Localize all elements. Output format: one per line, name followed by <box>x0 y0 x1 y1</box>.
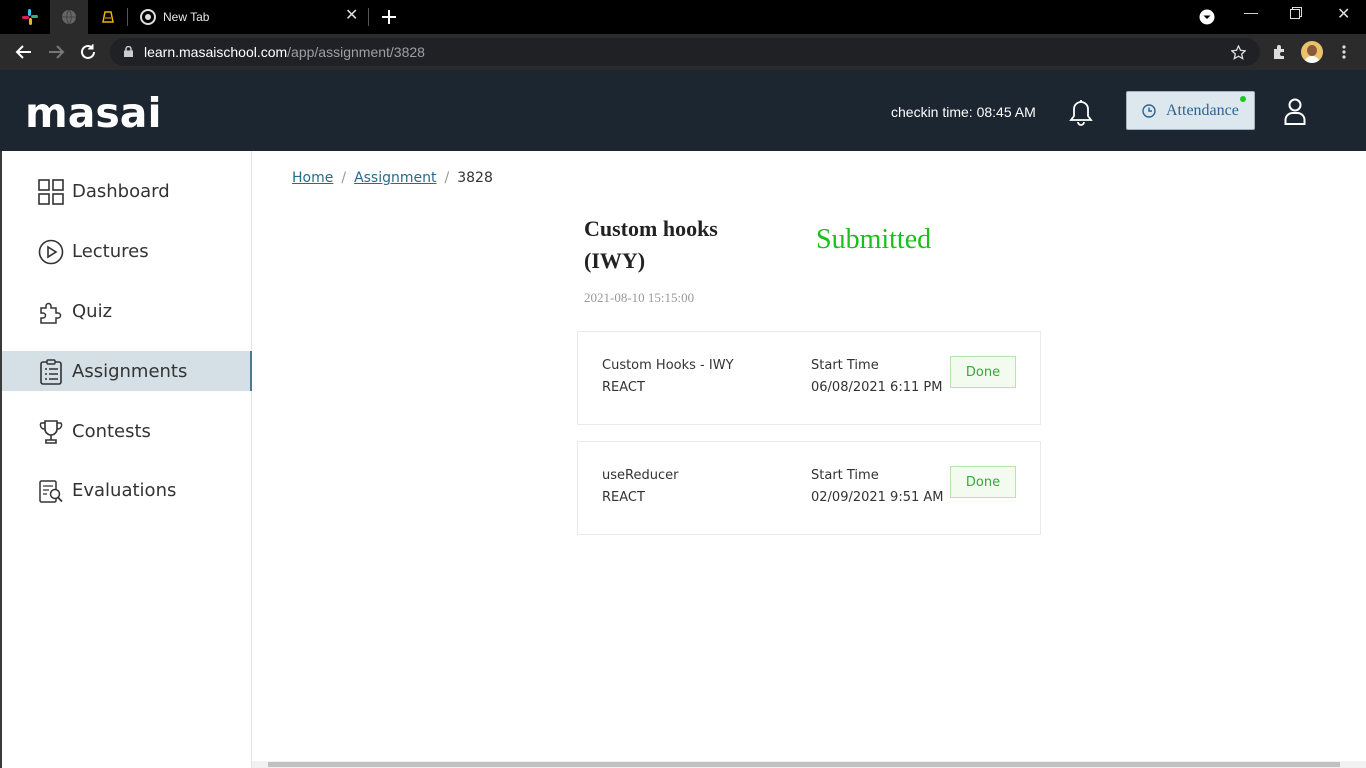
breadcrumb: Home / Assignment/3828 <box>292 170 493 186</box>
browser-tab-bar: New Tab ✕ — ✕ <box>0 0 1366 34</box>
sidebar-item-evaluations[interactable]: Evaluations <box>2 470 252 510</box>
tab-search-icon[interactable] <box>1198 8 1216 26</box>
sidebar-item-label: Quiz <box>72 301 113 322</box>
clipboard-icon <box>40 359 62 385</box>
trophy-icon <box>39 420 63 444</box>
back-icon[interactable] <box>15 43 33 61</box>
url-path: /app/assignment/3828 <box>287 44 425 60</box>
sidebar-item-lectures[interactable]: Lectures <box>2 231 252 271</box>
sidebar-item-assignments[interactable]: Assignments <box>2 351 252 391</box>
kebab-menu-icon[interactable] <box>1339 44 1349 60</box>
play-circle-icon <box>38 239 64 265</box>
assignment-card: useReducer REACT Start Time 02/09/2021 9… <box>577 441 1041 535</box>
extensions-icon[interactable] <box>1271 44 1287 60</box>
minimize-icon[interactable]: — <box>1244 4 1258 20</box>
tab-title: New Tab <box>163 10 210 24</box>
dashboard-icon <box>38 179 64 205</box>
lock-icon[interactable] <box>124 46 133 57</box>
bell-icon[interactable] <box>1068 99 1094 127</box>
done-button[interactable]: Done <box>950 466 1016 498</box>
sidebar-item-dashboard[interactable]: Dashboard <box>2 171 252 211</box>
user-icon[interactable] <box>1284 98 1306 125</box>
done-button[interactable]: Done <box>950 356 1016 388</box>
sidebar-item-label: Lectures <box>72 241 149 262</box>
evaluation-icon <box>39 480 63 503</box>
assignment-title: Custom hooks (IWY) <box>584 216 718 273</box>
sidebar-item-label: Assignments <box>72 361 188 382</box>
globe-icon <box>60 8 78 26</box>
url-host: learn.masaischool.com <box>144 44 288 60</box>
restore-icon[interactable] <box>1290 6 1302 22</box>
site-header: masai checkin time: 08:45 AM Attendance <box>0 70 1366 151</box>
address-bar: learn.masaischool.com/app/assignment/382… <box>0 34 1366 70</box>
attendance-label: Attendance <box>1166 102 1239 119</box>
sidebar-item-contests[interactable]: Contests <box>2 411 252 451</box>
scrollbar-thumb[interactable] <box>268 762 1340 767</box>
start-time-value: 06/08/2021 6:11 PM <box>811 380 943 395</box>
problem-name: useReducer <box>602 468 679 483</box>
new-tab-plus-icon[interactable] <box>380 8 398 26</box>
sidebar-item-quiz[interactable]: Quiz <box>2 291 252 331</box>
clock-icon <box>1142 104 1156 118</box>
sidebar-item-label: Contests <box>72 421 151 442</box>
bookmark-star-icon[interactable] <box>1231 45 1246 60</box>
problem-track: REACT <box>602 490 645 505</box>
assignment-card: Custom Hooks - IWY REACT Start Time 06/0… <box>577 331 1041 425</box>
horizontal-scrollbar[interactable] <box>252 761 1366 768</box>
sidebar: Dashboard Lectures Quiz Assignments Cont… <box>0 151 252 768</box>
puzzle-icon <box>40 302 62 324</box>
reload-icon[interactable] <box>79 43 97 61</box>
submission-status: Submitted <box>816 224 932 255</box>
start-time-label: Start Time <box>811 358 879 373</box>
breadcrumb-home-link[interactable]: Home <box>292 170 333 186</box>
attendance-status-dot <box>1240 96 1246 102</box>
problem-name: Custom Hooks - IWY <box>602 358 734 373</box>
forward-icon[interactable] <box>47 43 65 61</box>
close-window-icon[interactable]: ✕ <box>1337 4 1350 24</box>
tab-new-tab[interactable]: New Tab ✕ <box>128 0 368 34</box>
profile-avatar[interactable] <box>1301 41 1323 63</box>
attendance-button[interactable]: Attendance <box>1126 91 1255 130</box>
sidebar-item-label: Evaluations <box>72 480 177 501</box>
problem-track: REACT <box>602 380 645 395</box>
start-time-value: 02/09/2021 9:51 AM <box>811 490 944 505</box>
breadcrumb-current: 3828 <box>457 170 493 186</box>
url-input[interactable]: learn.masaischool.com/app/assignment/382… <box>110 38 1260 66</box>
checkin-time: checkin time: 08:45 AM <box>891 104 1036 120</box>
slack-tab-icon[interactable] <box>21 8 39 26</box>
masai-logo[interactable]: masai <box>25 89 162 137</box>
breadcrumb-assignment-link[interactable]: Assignment <box>354 170 436 186</box>
start-time-label: Start Time <box>811 468 879 483</box>
bookmark-tab-icon[interactable] <box>99 8 117 26</box>
chrome-icon <box>139 8 157 26</box>
close-tab-icon[interactable]: ✕ <box>345 8 358 24</box>
assignment-date: 2021-08-10 15:15:00 <box>584 290 695 305</box>
sidebar-item-label: Dashboard <box>72 181 170 202</box>
